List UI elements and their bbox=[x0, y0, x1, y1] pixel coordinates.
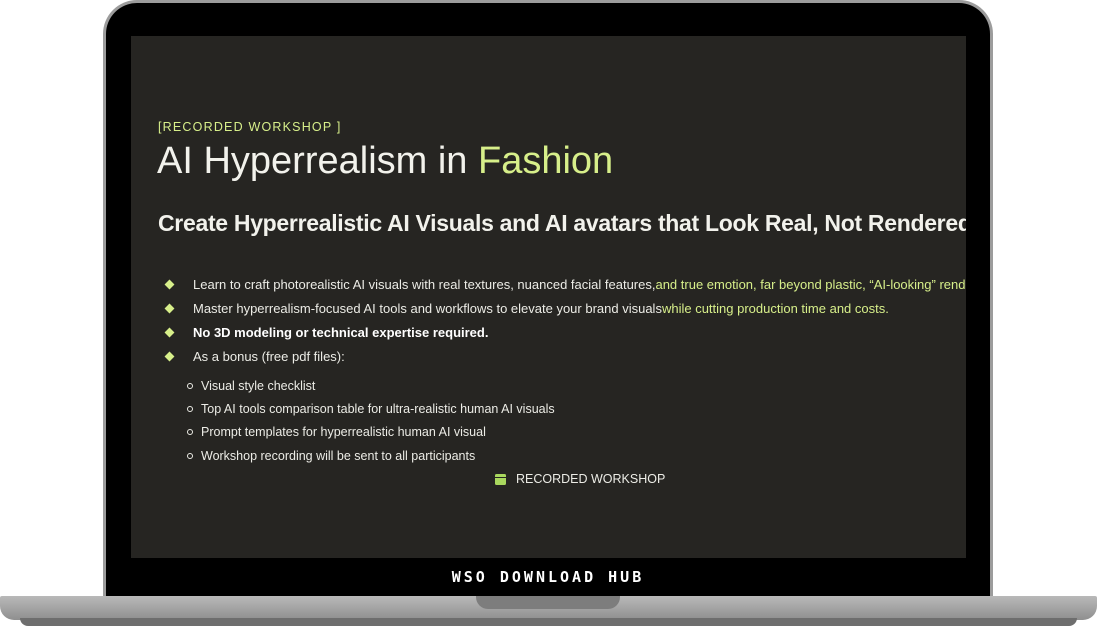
bonus-item: Workshop recording will be sent to all p… bbox=[187, 444, 555, 467]
page-subtitle: Create Hyperrealistic AI Visuals and AI … bbox=[158, 210, 966, 236]
feature-text: No 3D modeling or technical expertise re… bbox=[193, 324, 489, 340]
circle-bullet-icon bbox=[187, 405, 193, 412]
title-main: AI Hyperrealism in bbox=[157, 140, 478, 182]
calendar-icon bbox=[495, 473, 506, 485]
bonus-text: Visual style checklist bbox=[201, 378, 316, 393]
page-title: AI Hyperrealism in Fashion bbox=[157, 140, 613, 183]
laptop-mockup: [RECORDED WORKSHOP ] AI Hyperrealism in … bbox=[0, 0, 1100, 628]
bonus-item: Top AI tools comparison table for ultra-… bbox=[187, 397, 555, 420]
bonus-list: Visual style checklist Top AI tools comp… bbox=[187, 374, 555, 467]
feature-highlight: while cutting production time and costs. bbox=[661, 300, 889, 316]
bonus-item: Visual style checklist bbox=[187, 374, 555, 397]
circle-bullet-icon bbox=[187, 452, 193, 459]
format-tag-label: RECORDED WORKSHOP bbox=[516, 472, 666, 486]
bonus-text: Top AI tools comparison table for ultra-… bbox=[201, 401, 555, 416]
bonus-text: Workshop recording will be sent to all p… bbox=[201, 448, 476, 463]
workshop-eyebrow: [RECORDED WORKSHOP ] bbox=[158, 120, 342, 134]
feature-text: Learn to craft photorealistic AI visuals… bbox=[193, 276, 656, 292]
feature-list: Learn to craft photorealistic AI visuals… bbox=[164, 272, 966, 368]
format-tag: RECORDED WORKSHOP bbox=[495, 472, 665, 486]
diamond-bullet-icon bbox=[164, 303, 175, 313]
laptop-screen: [RECORDED WORKSHOP ] AI Hyperrealism in … bbox=[131, 36, 966, 558]
circle-bullet-icon bbox=[187, 429, 193, 436]
feature-highlight: and true emotion, far beyond plastic, “A… bbox=[655, 276, 966, 292]
diamond-bullet-icon bbox=[164, 279, 175, 289]
feature-item: No 3D modeling or technical expertise re… bbox=[164, 320, 966, 344]
circle-bullet-icon bbox=[187, 382, 193, 389]
bonus-text: Prompt templates for hyperrealistic huma… bbox=[201, 425, 486, 440]
feature-item: Learn to craft photorealistic AI visuals… bbox=[164, 272, 966, 296]
title-accent: Fashion bbox=[477, 140, 614, 182]
feature-item: Master hyperrealism-focused AI tools and… bbox=[164, 296, 966, 320]
laptop-base-shadow bbox=[20, 618, 1077, 626]
diamond-bullet-icon bbox=[164, 351, 175, 361]
feature-item: As a bonus (free pdf files): bbox=[164, 344, 966, 368]
laptop-notch bbox=[476, 596, 620, 609]
brand-banner: WSO DOWNLOAD HUB bbox=[451, 568, 645, 586]
feature-text: As a bonus (free pdf files): bbox=[193, 348, 345, 364]
bonus-item: Prompt templates for hyperrealistic huma… bbox=[187, 421, 555, 444]
diamond-bullet-icon bbox=[164, 327, 175, 337]
feature-text: Master hyperrealism-focused AI tools and… bbox=[193, 300, 662, 316]
